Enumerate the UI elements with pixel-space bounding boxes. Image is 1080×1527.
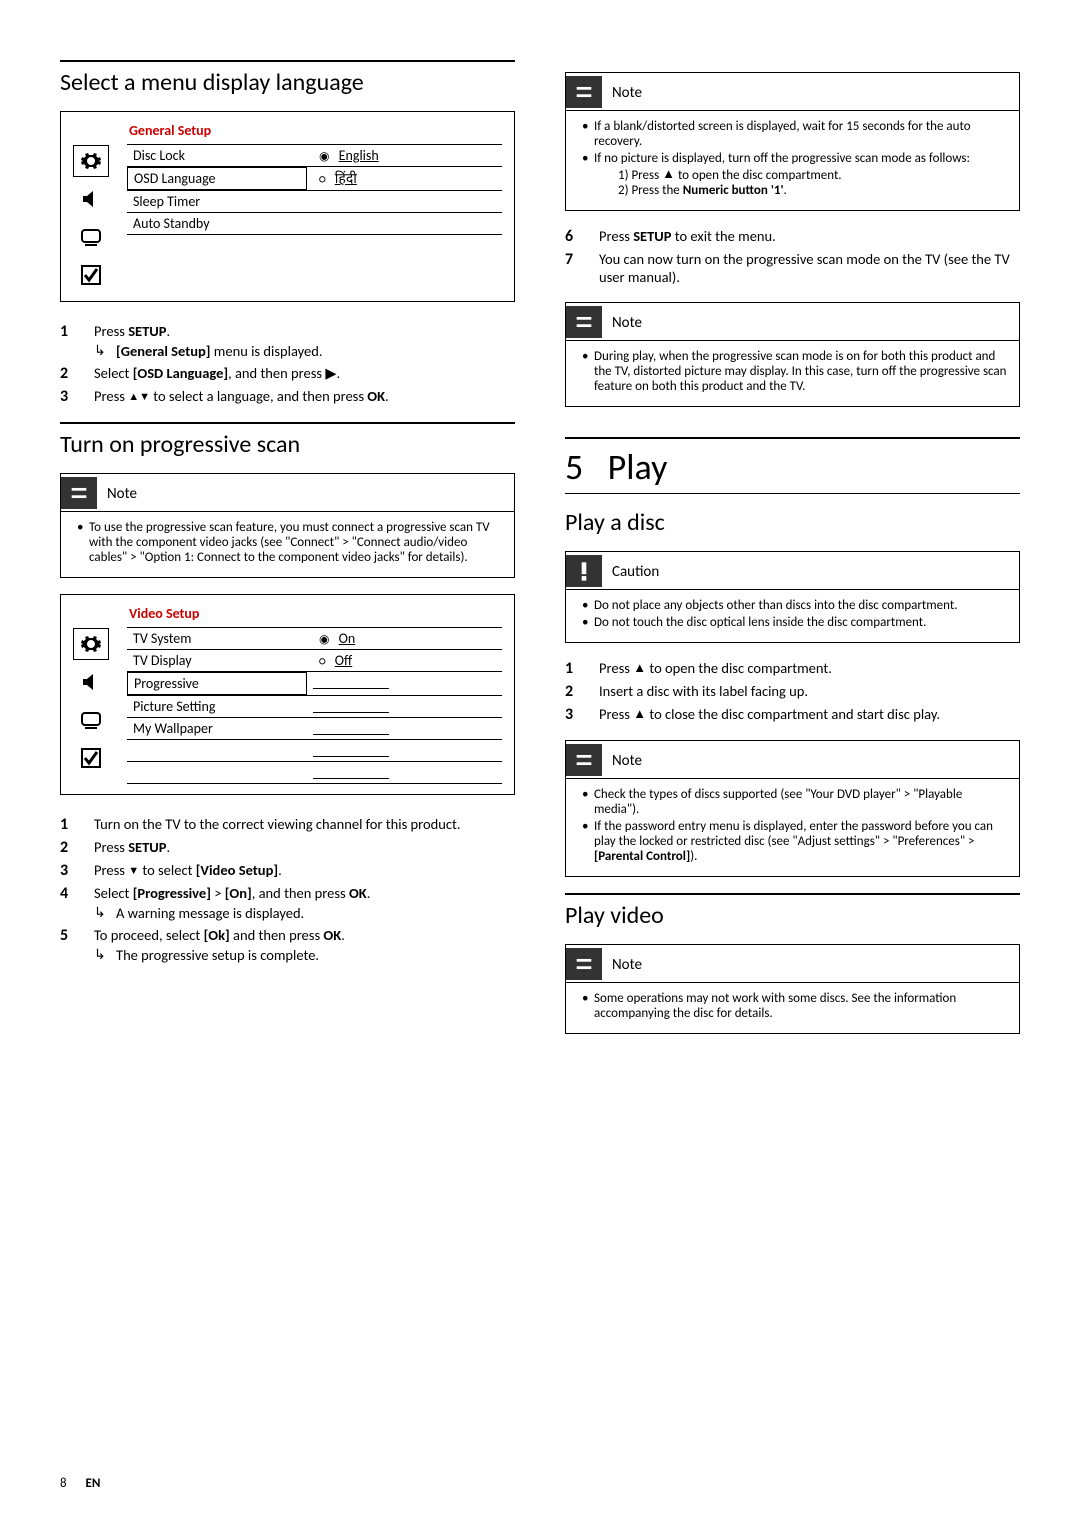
panel-title: Video Setup	[129, 605, 502, 622]
note-icon	[566, 76, 602, 108]
note-callout: Note Some operations may not work with s…	[565, 944, 1020, 1034]
note-callout: Note If a blank/distorted screen is disp…	[565, 72, 1020, 211]
note-icon	[566, 948, 602, 980]
section-title-menu-language: Select a menu display language	[60, 60, 515, 97]
menu-item: My Wallpaper	[127, 718, 307, 739]
gear-icon	[73, 628, 109, 660]
steps-continued: 6Press SETUP to exit the menu. 7You can …	[565, 227, 1020, 286]
video-setup-panel: Video Setup TV System◉ On TV Display○ Of…	[60, 594, 515, 795]
note-icon	[566, 306, 602, 338]
note-callout: Note During play, when the progressive s…	[565, 302, 1020, 407]
menu-item: Sleep Timer	[127, 191, 307, 212]
eject-icon: ▲	[633, 707, 646, 722]
steps-progressive: 1Turn on the TV to the correct viewing c…	[60, 815, 515, 964]
screen-icon	[73, 221, 109, 253]
page-number: 8	[60, 1476, 67, 1491]
menu-item: TV Display	[127, 650, 307, 671]
caution-icon	[566, 555, 602, 587]
screen-icon	[73, 704, 109, 736]
caution-callout: Caution Do not place any objects other t…	[565, 551, 1020, 643]
menu-item: TV System	[127, 628, 307, 649]
steps-menu-language: 1Press SETUP. [General Setup] menu is di…	[60, 322, 515, 406]
menu-item: OSD Language	[127, 167, 307, 190]
gear-icon	[73, 145, 109, 177]
menu-item: Picture Setting	[127, 696, 307, 717]
panel-title: General Setup	[129, 122, 502, 139]
setup-icon-column	[73, 145, 113, 291]
setup-menu-list: Disc Lock◉ English OSD Language○ हिंदी S…	[127, 145, 502, 235]
note-callout: Note Check the types of discs supported …	[565, 740, 1020, 877]
speaker-icon	[73, 183, 109, 215]
check-icon	[73, 742, 109, 774]
note-icon	[61, 477, 97, 509]
general-setup-panel: General Setup Disc Lock◉ English OSD Lan…	[60, 111, 515, 302]
setup-menu-list: TV System◉ On TV Display○ Off Progressiv…	[127, 628, 502, 784]
setup-icon-column	[73, 628, 113, 774]
section-title-play-disc: Play a disc	[565, 502, 1020, 537]
menu-item: Progressive	[127, 672, 307, 695]
section-title-progressive: Turn on progressive scan	[60, 422, 515, 459]
section-title-play-video: Play video	[565, 893, 1020, 930]
menu-item: Auto Standby	[127, 213, 307, 234]
eject-icon: ▲	[662, 167, 675, 182]
steps-play-disc: 1Press ▲ to open the disc compartment. 2…	[565, 659, 1020, 724]
check-icon	[73, 259, 109, 291]
chapter-heading: 5 Play	[565, 437, 1020, 494]
menu-item: Disc Lock	[127, 145, 307, 166]
language-code: EN	[86, 1476, 101, 1491]
note-callout: Note To use the progressive scan feature…	[60, 473, 515, 578]
note-icon	[566, 744, 602, 776]
speaker-icon	[73, 666, 109, 698]
page-footer: 8 EN	[60, 1476, 100, 1491]
eject-icon: ▲	[633, 661, 646, 676]
